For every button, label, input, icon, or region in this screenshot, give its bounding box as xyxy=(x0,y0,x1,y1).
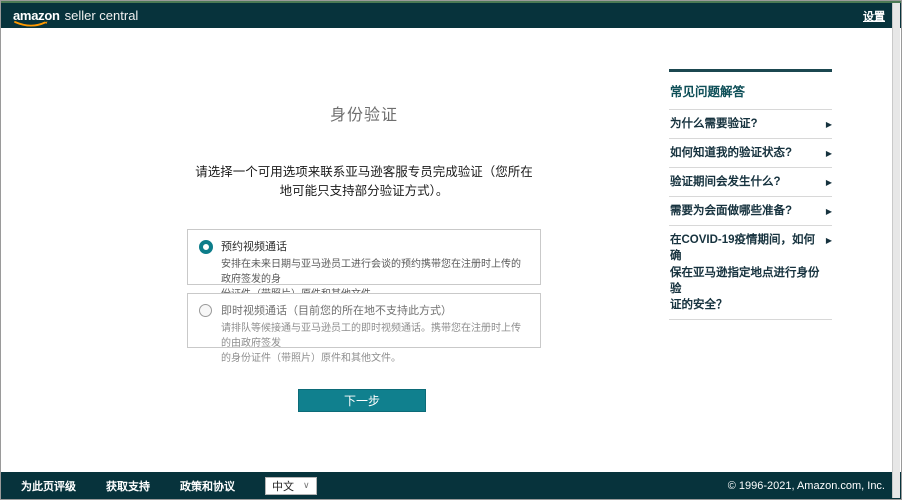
language-select[interactable]: 中文 ∨ xyxy=(265,477,317,495)
option-title: 即时视频通话（目前您的所在地不支持此方式） xyxy=(221,302,530,318)
footer-link-policies[interactable]: 政策和协议 xyxy=(180,478,235,494)
faq-item-label: 为什么需要验证? xyxy=(670,116,758,132)
seller-central-logo-text: seller central xyxy=(65,8,139,23)
option-title: 预约视频通话 xyxy=(221,238,530,254)
faq-title: 常见问题解答 xyxy=(669,72,832,109)
faq-item-what-happens[interactable]: 验证期间会发生什么? ▶ xyxy=(669,167,832,196)
footer-bar: 为此页评级 获取支持 政策和协议 中文 ∨ © 1996-2021, Amazo… xyxy=(1,472,901,499)
page-title: 身份验证 xyxy=(187,101,541,125)
footer-link-get-support[interactable]: 获取支持 xyxy=(106,478,150,494)
arrow-right-icon: ▶ xyxy=(826,206,832,217)
amazon-logo-text: amazon xyxy=(13,8,60,23)
faq-item-label: 在COVID-19疫情期间，如何确 保在亚马逊指定地点进行身份验 证的安全？ xyxy=(670,232,820,312)
chevron-down-icon: ∨ xyxy=(303,480,310,491)
faq-item-label: 如何知道我的验证状态? xyxy=(670,145,792,161)
arrow-right-icon: ▶ xyxy=(826,119,832,130)
faq-item-why-verify[interactable]: 为什么需要验证? ▶ xyxy=(669,109,832,138)
arrow-right-icon: ▶ xyxy=(826,235,832,246)
faq-item-verification-status[interactable]: 如何知道我的验证状态? ▶ xyxy=(669,138,832,167)
faq-item-covid-safety[interactable]: 在COVID-19疫情期间，如何确 保在亚马逊指定地点进行身份验 证的安全？ ▶ xyxy=(669,225,832,319)
instruction-text: 请选择一个可用选项来联系亚马逊客服专员完成验证（您所在 地可能只支持部分验证方式… xyxy=(167,163,561,201)
faq-item-label: 需要为会面做哪些准备? xyxy=(670,203,792,219)
next-button[interactable]: 下一步 xyxy=(298,389,426,412)
browser-viewport: amazon seller central 设置 身份验证 请选择一个可用选项来… xyxy=(0,0,902,500)
amazon-seller-central-logo[interactable]: amazon seller central xyxy=(13,8,138,23)
amazon-smile-icon xyxy=(14,20,50,28)
arrow-right-icon: ▶ xyxy=(826,148,832,159)
footer-link-rate-page[interactable]: 为此页评级 xyxy=(21,478,76,494)
faq-sidebar: 常见问题解答 为什么需要验证? ▶ 如何知道我的验证状态? ▶ 验证期间会发生什… xyxy=(669,69,832,320)
top-nav-bar: amazon seller central 设置 xyxy=(1,1,901,28)
arrow-right-icon: ▶ xyxy=(826,177,832,188)
settings-link[interactable]: 设置 xyxy=(863,8,885,24)
faq-item-label: 验证期间会发生什么? xyxy=(670,174,781,190)
radio-selected-icon[interactable] xyxy=(199,240,213,254)
radio-unselected-icon[interactable] xyxy=(199,304,212,317)
faq-item-meeting-prep[interactable]: 需要为会面做哪些准备? ▶ xyxy=(669,196,832,225)
language-select-value: 中文 xyxy=(272,478,294,494)
copyright-text: © 1996-2021, Amazon.com, Inc. xyxy=(728,480,885,492)
option-scheduled-video-call[interactable]: 预约视频通话 安排在未来日期与亚马逊员工进行会谈的预约携带您在注册时上传的政府签… xyxy=(187,229,541,285)
option-description: 请排队等候接通与亚马逊员工的即时视频通话。携带您在注册时上传的由政府签发 的身份… xyxy=(221,321,530,366)
vertical-scrollbar[interactable] xyxy=(892,3,900,498)
option-instant-video-call[interactable]: 即时视频通话（目前您的所在地不支持此方式） 请排队等候接通与亚马逊员工的即时视频… xyxy=(187,293,541,348)
